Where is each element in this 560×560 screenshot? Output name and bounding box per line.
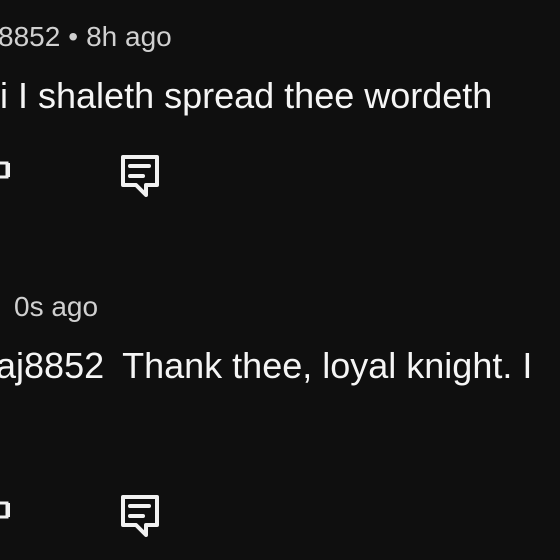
comment-text: aj8852 Thank thee, loyal knight. I [0,344,532,388]
comment-reply-icon[interactable] [118,152,162,200]
comment-actions [0,492,560,552]
mention-link[interactable]: aj8852 [0,344,104,388]
meta-separator: • [68,21,79,52]
comment-body: Thank thee, loyal knight. I [122,345,533,386]
author-suffix: 8852 [0,21,61,52]
comment-body: i I shaleth spread thee wordeth [0,75,493,116]
thumb-icon[interactable] [0,156,14,184]
comment-meta: 0s ago [0,290,98,324]
comment-actions [0,152,560,212]
comment-text: i I shaleth spread thee wordeth [0,74,492,118]
timestamp: 0s ago [14,291,99,322]
comment-reply-icon[interactable] [118,492,162,540]
timestamp: 8h ago [86,21,172,52]
thumb-icon[interactable] [0,496,14,524]
comment-meta: 8852 • 8h ago [0,20,172,54]
